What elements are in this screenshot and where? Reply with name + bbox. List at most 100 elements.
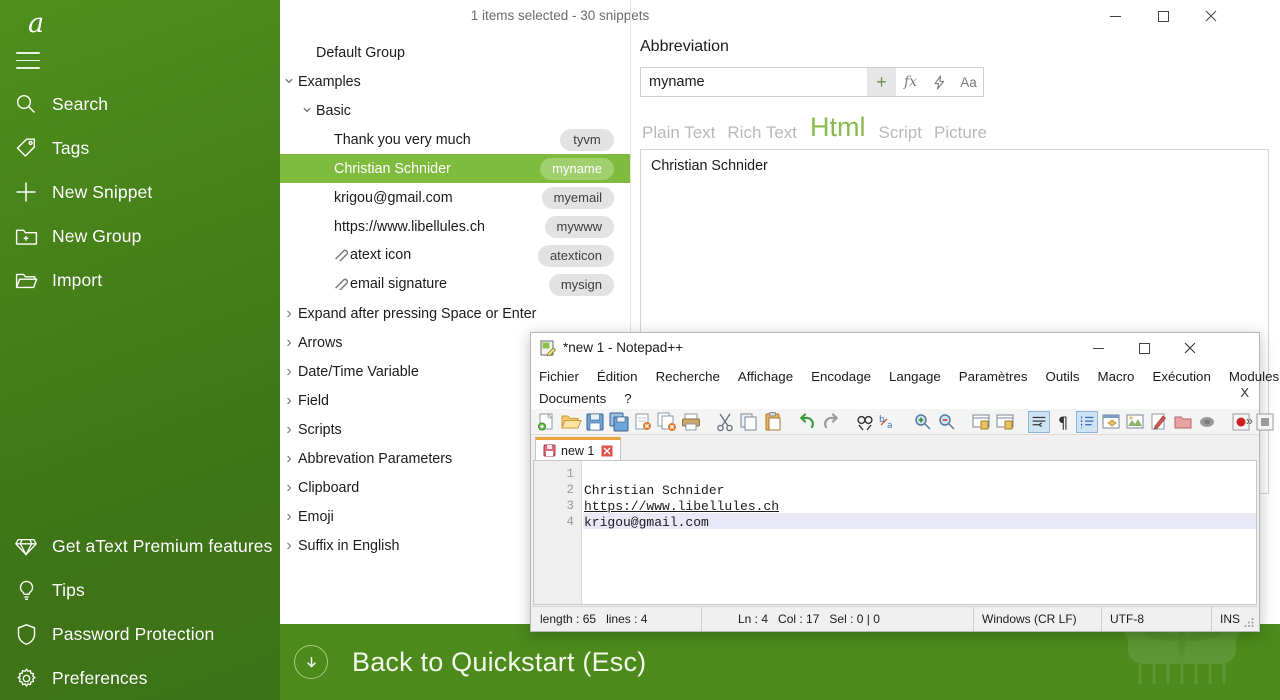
notepad-toolbar[interactable]: ba ¶ » xyxy=(531,409,1274,435)
close-document-icon[interactable]: X xyxy=(1240,385,1249,400)
folder-as-workspace-icon[interactable] xyxy=(1172,411,1194,433)
sidebar-item-password-protection[interactable]: Password Protection xyxy=(0,612,280,656)
chevron-down-icon[interactable]: ⌄ xyxy=(298,98,316,115)
close-icon[interactable] xyxy=(1188,0,1234,32)
chevron-right-icon[interactable]: › xyxy=(280,421,298,439)
menu-item[interactable]: Affichage xyxy=(738,369,793,384)
notepad-editor[interactable]: 1 2 3 4 Christian Schnider https://www.libel… xyxy=(533,460,1257,605)
back-to-quickstart-bar[interactable]: Back to Quickstart (Esc) xyxy=(280,624,1280,700)
save-all-icon[interactable] xyxy=(608,411,630,433)
resize-grip-icon[interactable] xyxy=(1243,616,1255,628)
code-line[interactable]: Christian Schnider xyxy=(584,483,724,498)
maximize-icon[interactable] xyxy=(1121,333,1167,363)
cut-icon[interactable] xyxy=(714,411,736,433)
zoom-in-icon[interactable] xyxy=(912,411,934,433)
minimize-icon[interactable] xyxy=(1092,0,1138,32)
menu-item[interactable]: Langage xyxy=(889,369,941,384)
sidebar-item-preferences[interactable]: Preferences xyxy=(0,656,280,700)
zoom-out-icon[interactable] xyxy=(936,411,958,433)
format-tab[interactable]: Script xyxy=(873,124,928,143)
format-tab[interactable]: Html xyxy=(803,113,873,143)
toolbar-overflow-icon[interactable]: » xyxy=(1246,413,1253,428)
tree-row[interactable]: Thank you very much tyvm xyxy=(280,125,630,154)
menu-item[interactable]: Modules d'extension xyxy=(1229,369,1280,384)
format-tab[interactable]: Rich Text xyxy=(721,124,803,143)
tree-row[interactable]: › Expand after pressing Space or Enter xyxy=(280,299,630,328)
close-tab-icon[interactable] xyxy=(601,445,613,457)
tree-row[interactable]: ⌄ Basic xyxy=(280,96,630,125)
menu-item[interactable]: Paramètres xyxy=(959,369,1028,384)
case-button[interactable]: Aa xyxy=(954,68,983,96)
tree-row[interactable]: ⌄ Examples xyxy=(280,67,630,96)
close-file-icon[interactable] xyxy=(632,411,654,433)
code-line[interactable]: krigou@gmail.com xyxy=(584,515,709,530)
menu-item[interactable]: Édition xyxy=(597,369,638,384)
notepad-plus-plus-window[interactable]: *new 1 - Notepad++ Fichier Édition Recherc… xyxy=(530,332,1280,632)
menu-item[interactable]: Fichier xyxy=(539,369,579,384)
document-tab[interactable]: new 1 xyxy=(535,437,622,461)
sidebar-item-new-snippet[interactable]: New Snippet xyxy=(0,170,280,214)
chevron-right-icon[interactable]: › xyxy=(280,363,298,381)
sidebar-item-premium[interactable]: Get aText Premium features xyxy=(0,524,280,568)
menu-item[interactable]: ? xyxy=(624,391,631,406)
copy-icon[interactable] xyxy=(738,411,760,433)
indent-guideline-icon[interactable] xyxy=(1076,410,1098,433)
notepad-tabbar[interactable]: new 1 xyxy=(531,435,1259,461)
chevron-right-icon[interactable]: › xyxy=(280,479,298,497)
undo-icon[interactable] xyxy=(796,411,818,433)
redo-icon[interactable] xyxy=(820,411,842,433)
format-tab[interactable]: Picture xyxy=(928,124,993,143)
sidebar-item-tags[interactable]: Tags xyxy=(0,126,280,170)
replace-icon[interactable]: ba xyxy=(878,411,900,433)
tree-row[interactable]: atext icon atexticon xyxy=(280,241,630,270)
hamburger-icon[interactable] xyxy=(16,46,56,80)
lightning-button[interactable] xyxy=(925,68,954,96)
minimize-icon[interactable] xyxy=(1075,333,1121,363)
close-icon[interactable] xyxy=(1167,333,1213,363)
menu-item[interactable]: Documents xyxy=(539,391,606,406)
notepad-menubar[interactable]: Fichier Édition Recherche Affichage Encodage… xyxy=(531,363,1280,409)
tree-row[interactable]: Christian Schnider myname xyxy=(280,154,630,183)
chevron-right-icon[interactable]: › xyxy=(280,334,298,352)
tree-row[interactable]: krigou@gmail.com myemail xyxy=(280,183,630,212)
format-tabs[interactable]: Plain Text Rich Text Html Script Picture xyxy=(636,105,1276,143)
chevron-right-icon[interactable]: › xyxy=(280,450,298,468)
function-button[interactable]: fx xyxy=(896,68,925,96)
monitoring-icon[interactable] xyxy=(1196,411,1218,433)
code-line[interactable]: https://www.libellules.ch xyxy=(584,499,779,514)
menu-item[interactable]: Macro xyxy=(1098,369,1135,384)
open-file-icon[interactable] xyxy=(560,411,582,433)
chevron-right-icon[interactable]: › xyxy=(280,508,298,526)
sidebar-item-tips[interactable]: Tips xyxy=(0,568,280,612)
close-all-files-icon[interactable] xyxy=(656,411,678,433)
new-file-icon[interactable] xyxy=(536,411,558,433)
menu-item[interactable]: Exécution xyxy=(1152,369,1210,384)
sidebar-item-new-group[interactable]: New Group xyxy=(0,214,280,258)
add-button[interactable]: + xyxy=(867,68,896,96)
paste-icon[interactable] xyxy=(762,411,784,433)
stop-macro-icon[interactable] xyxy=(1254,411,1276,433)
document-map-icon[interactable] xyxy=(1124,411,1146,433)
user-defined-dialog-icon[interactable] xyxy=(1100,411,1122,433)
abbreviation-input[interactable] xyxy=(641,68,867,96)
sidebar-item-import[interactable]: Import xyxy=(0,258,280,302)
chevron-right-icon[interactable]: › xyxy=(280,305,298,323)
menu-item[interactable]: Recherche xyxy=(656,369,720,384)
menu-item[interactable]: Encodage xyxy=(811,369,871,384)
tree-row[interactable]: email signature mysign xyxy=(280,270,630,299)
menu-item[interactable]: Outils xyxy=(1046,369,1080,384)
sidebar-item-search[interactable]: Search xyxy=(0,82,280,126)
maximize-icon[interactable] xyxy=(1140,0,1186,32)
format-tab[interactable]: Plain Text xyxy=(636,124,721,143)
sync-vertical-scroll-icon[interactable] xyxy=(970,411,992,433)
sync-horizontal-scroll-icon[interactable] xyxy=(994,411,1016,433)
function-list-icon[interactable] xyxy=(1148,411,1170,433)
show-all-characters-icon[interactable]: ¶ xyxy=(1052,411,1074,433)
save-icon[interactable] xyxy=(584,411,606,433)
tree-row[interactable]: https://www.libellules.ch mywww xyxy=(280,212,630,241)
word-wrap-icon[interactable] xyxy=(1028,410,1050,433)
find-icon[interactable] xyxy=(854,411,876,433)
print-icon[interactable] xyxy=(680,411,702,433)
abbreviation-field[interactable]: + fx Aa xyxy=(640,67,984,97)
chevron-right-icon[interactable]: › xyxy=(280,537,298,555)
